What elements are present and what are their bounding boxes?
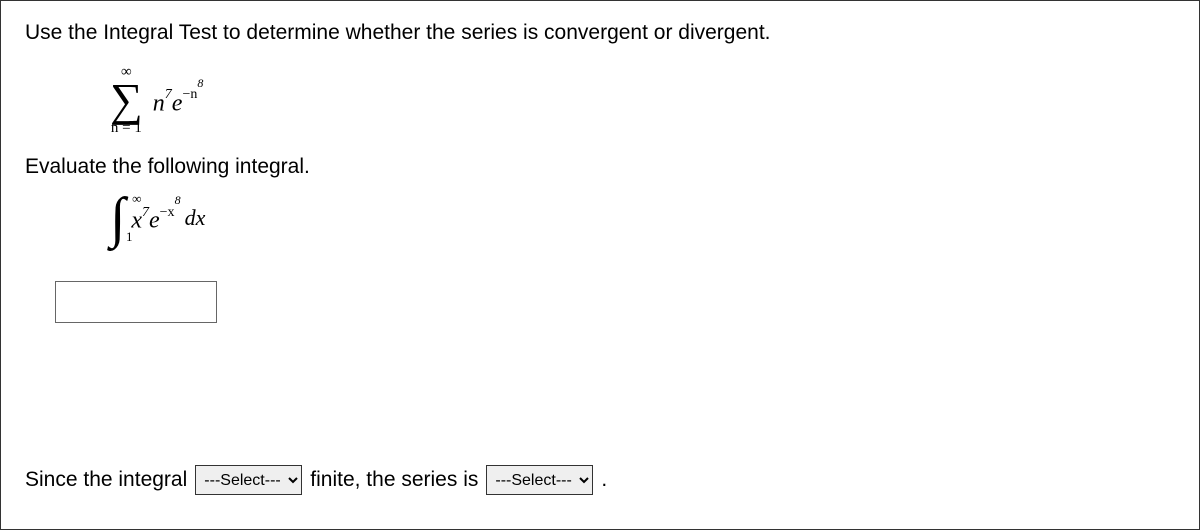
conclusion-suffix: . — [601, 468, 607, 492]
conclusion-prefix: Since the integral — [25, 468, 187, 492]
conclusion-sentence: Since the integral ---Select--- finite, … — [25, 465, 607, 495]
finite-select[interactable]: ---Select--- — [195, 465, 302, 495]
integral-lower: 1 — [126, 229, 133, 245]
sigma-lower: n = 1 — [111, 119, 142, 137]
integral-neg-x: −x — [160, 205, 175, 220]
series-n: n — [153, 90, 165, 116]
series-neg-n: −n — [182, 87, 197, 102]
problem-instruction: Use the Integral Test to determine wheth… — [25, 21, 1175, 45]
series-expression: ∞ ∑ n = 1 n7e−n8 — [110, 65, 1175, 137]
integral-exp7: 7 — [142, 205, 149, 220]
convergent-select[interactable]: ---Select--- — [486, 465, 593, 495]
series-e: e — [172, 90, 183, 116]
series-exp7: 7 — [165, 87, 172, 102]
integral-notation: ∞ ∫ 1 — [110, 193, 125, 243]
series-term: n7e−n8 — [153, 85, 204, 118]
integral-dx: dx — [185, 205, 206, 231]
integral-e: e — [149, 208, 160, 234]
sigma-symbol: ∑ — [110, 80, 143, 119]
conclusion-mid: finite, the series is — [310, 468, 478, 492]
integral-upper: ∞ — [132, 191, 141, 207]
sigma-notation: ∞ ∑ n = 1 — [110, 65, 143, 137]
integral-symbol: ∫ — [110, 187, 125, 249]
integral-expression: ∞ ∫ 1 x7e−x8 dx — [110, 193, 1175, 243]
series-exp8: 8 — [197, 76, 203, 90]
integral-exp8: 8 — [175, 193, 181, 207]
evaluate-instruction: Evaluate the following integral. — [25, 155, 1175, 179]
answer-input[interactable] — [55, 281, 217, 323]
integral-x: x — [131, 208, 142, 234]
